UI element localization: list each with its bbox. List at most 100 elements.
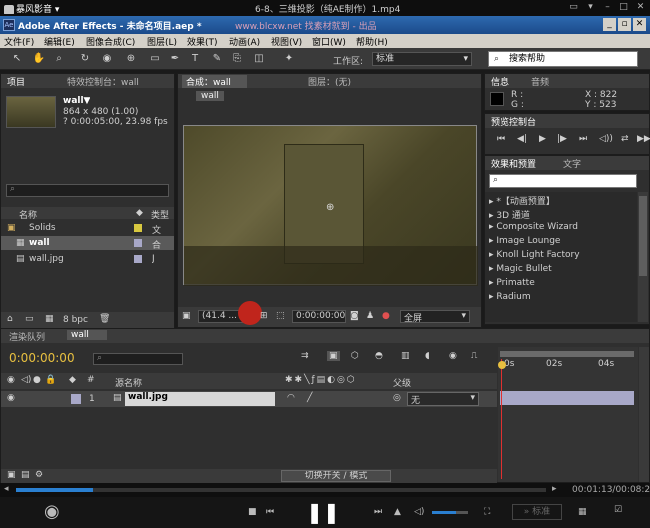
search-help-input[interactable]: ⌕ 搜索帮助 xyxy=(488,51,638,67)
eye-icon[interactable]: ◉ xyxy=(7,393,15,403)
tab-wall-timeline[interactable]: wall xyxy=(67,330,107,340)
playhead-handle[interactable] xyxy=(498,361,506,369)
selection-tool-icon[interactable]: ↖ xyxy=(10,52,24,66)
column-source-name[interactable]: 源名称 xyxy=(115,376,142,389)
effects-list-item[interactable]: ▸ Radium xyxy=(489,292,531,302)
layer-duration-bar[interactable] xyxy=(500,391,634,405)
effects-search-input[interactable]: ⌕ xyxy=(489,174,637,188)
grid-icon[interactable]: ⊞ xyxy=(260,311,268,321)
timeline-search-input[interactable]: ⌕ xyxy=(93,353,183,365)
player-close-icon[interactable]: ✕ xyxy=(635,2,646,13)
zoom-tool-icon[interactable]: ⌕ xyxy=(52,52,66,66)
rewind-small-icon[interactable]: ◂ xyxy=(4,484,9,494)
pan-behind-tool-icon[interactable]: ⊕ xyxy=(124,52,138,66)
effects-list-item[interactable]: ▸ Composite Wizard xyxy=(489,222,578,232)
eye-protection-icon[interactable]: ◉ xyxy=(44,501,60,522)
anchor-point-icon[interactable]: ⊕ xyxy=(326,202,334,213)
prev-frame-icon[interactable]: ◀| xyxy=(517,134,527,144)
live-update-icon[interactable]: ▣ xyxy=(327,351,340,361)
region-of-interest-icon[interactable]: ⬚ xyxy=(276,311,285,321)
tab-project[interactable]: 项目 xyxy=(7,75,25,88)
menu-view[interactable]: 视图(V) xyxy=(271,35,302,48)
fullscreen-icon[interactable]: ⛶ xyxy=(484,507,490,517)
parent-select[interactable]: 无 ▾ xyxy=(407,392,479,406)
menu-help[interactable]: 帮助(H) xyxy=(356,35,388,48)
next-icon[interactable]: ⏭ xyxy=(374,507,382,517)
open-file-icon[interactable]: ▲ xyxy=(394,507,401,517)
bit-depth[interactable]: 8 bpc xyxy=(63,315,88,325)
hand-tool-icon[interactable]: ✋ xyxy=(32,52,46,66)
frame-blending-icon[interactable]: ▥ xyxy=(401,351,410,361)
project-search-input[interactable]: ⌕ xyxy=(6,184,169,197)
tab-info[interactable]: 信息 xyxy=(491,75,509,88)
comp-mini-flowchart-icon[interactable]: ⇉ xyxy=(301,351,309,361)
always-preview-icon[interactable]: ▣ xyxy=(182,311,191,321)
graph-editor-icon[interactable]: ⎍ xyxy=(471,351,477,361)
effects-list-item[interactable]: ▸ Image Lounge xyxy=(489,236,560,246)
player-settings-icon[interactable]: ▾ xyxy=(585,2,596,13)
workspace-select[interactable]: 标准 ▾ xyxy=(372,52,472,66)
stop-icon[interactable]: ■ xyxy=(248,507,257,517)
audio-icon[interactable]: ◁)) xyxy=(599,134,613,144)
menu-effect[interactable]: 效果(T) xyxy=(187,35,218,48)
player-minimize-icon[interactable]: – xyxy=(602,2,613,13)
volume-icon[interactable]: ◁) xyxy=(414,507,424,517)
previous-icon[interactable]: ⏮ xyxy=(266,507,274,517)
tab-composition[interactable]: 合成：wall xyxy=(182,75,247,88)
pen-tool-icon[interactable]: ✒ xyxy=(168,52,182,66)
list-item[interactable]: ▣ Solids 文 xyxy=(1,221,174,236)
menu-layer[interactable]: 图层(L) xyxy=(147,35,177,48)
trash-icon[interactable]: 🗑 xyxy=(99,314,110,324)
list-item-selected[interactable]: ▦ wall 合 xyxy=(1,236,174,251)
toggle-switches-modes-button[interactable]: 切换开关 / 模式 xyxy=(281,470,391,482)
tab-preview[interactable]: 预览控制台 xyxy=(491,115,536,128)
tab-effect-controls[interactable]: 特效控制台：wall xyxy=(67,75,139,88)
interpret-footage-icon[interactable]: ⌂ xyxy=(7,314,13,324)
loop-icon[interactable]: ⇄ xyxy=(621,134,629,144)
eraser-tool-icon[interactable]: ◫ xyxy=(252,52,266,66)
hide-shy-icon[interactable]: ◓ xyxy=(375,351,383,361)
first-frame-icon[interactable]: ⏮ xyxy=(497,134,505,144)
composition-viewer[interactable]: ⊕ xyxy=(183,125,478,286)
camera-tool-icon[interactable]: ◉ xyxy=(100,52,114,66)
ae-restore-icon[interactable]: ▫ xyxy=(618,18,631,31)
channel-icon[interactable]: ● xyxy=(382,311,390,321)
comp-timecode[interactable]: 0:00:00:00 xyxy=(292,310,346,323)
label-color-swatch[interactable] xyxy=(71,394,81,404)
draft-3d-icon[interactable]: ⬡ xyxy=(351,351,359,361)
snapshot-icon[interactable]: ◙ xyxy=(350,311,359,321)
tab-audio[interactable]: 音频 xyxy=(531,75,549,88)
clone-tool-icon[interactable]: ⎘ xyxy=(230,52,244,66)
effects-list-item[interactable]: ▸ *【动画预置】 xyxy=(489,194,555,207)
quality-switch-icon[interactable]: ╱ xyxy=(307,393,312,403)
effects-list-item[interactable]: ▸ Magic Bullet xyxy=(489,264,552,274)
ram-preview-icon[interactable]: ▶▶ xyxy=(637,134,650,144)
list-item[interactable]: ▤ wall.jpg J xyxy=(1,252,174,266)
expand-modes-icon[interactable]: ▤ xyxy=(21,470,30,480)
new-comp-icon[interactable]: ▦ xyxy=(45,314,54,324)
timeline-graph-area[interactable]: 0s 02s 04s xyxy=(498,347,638,482)
menu-edit[interactable]: 编辑(E) xyxy=(44,35,75,48)
playlist-icon[interactable]: ☑ xyxy=(614,505,622,515)
volume-slider[interactable] xyxy=(432,511,468,514)
text-tool-icon[interactable]: T xyxy=(188,52,202,66)
effects-list-item[interactable]: ▸ Knoll Light Factory xyxy=(489,250,580,260)
motion-blur-icon[interactable]: ◖ xyxy=(425,351,430,361)
table-row[interactable]: ◉ 1 ▤ wall.jpg ◠ ╱ ◎ 无 ▾ xyxy=(1,391,497,407)
last-frame-icon[interactable]: ⏭ xyxy=(579,134,587,144)
column-type[interactable]: 类型 xyxy=(151,208,169,221)
forward-small-icon[interactable]: ▸ xyxy=(552,484,557,494)
expand-stretch-icon[interactable]: ⚙ xyxy=(35,470,43,480)
effects-scrollbar[interactable] xyxy=(638,192,648,322)
scrollbar-thumb[interactable] xyxy=(639,196,647,276)
new-folder-icon[interactable]: ▭ xyxy=(25,314,34,324)
player-logo[interactable]: 暴风影音 ▾ xyxy=(4,2,70,14)
menu-animation[interactable]: 动画(A) xyxy=(229,35,260,48)
toolbox-icon[interactable]: ▦ xyxy=(578,507,587,517)
effects-list-item[interactable]: ▸ 3D 通道 xyxy=(489,208,530,221)
show-snapshot-icon[interactable]: ♟ xyxy=(366,311,374,321)
layer-name[interactable]: wall.jpg xyxy=(125,392,275,406)
tab-text[interactable]: 文字 xyxy=(563,157,581,170)
rotate-tool-icon[interactable]: ↻ xyxy=(78,52,92,66)
column-name[interactable]: 名称 xyxy=(19,208,37,221)
